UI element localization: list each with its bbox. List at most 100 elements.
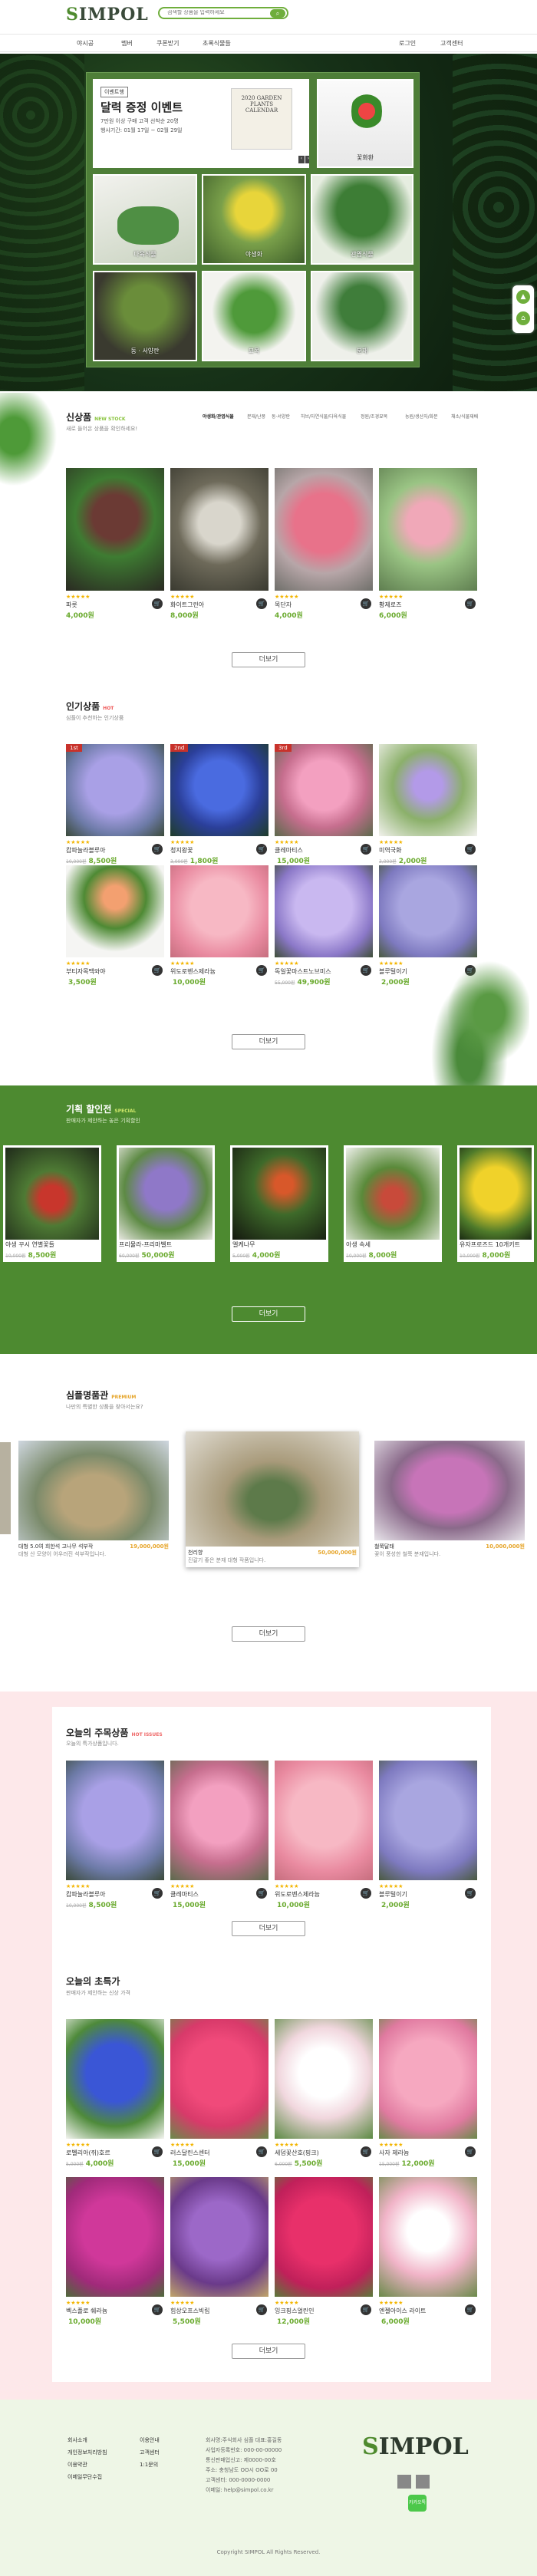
more-button[interactable]: 더보기 bbox=[232, 2344, 305, 2359]
product-card[interactable]: ★★★★★ 캄파눌라블루아 10,000원 8,500원 🛒 bbox=[66, 1761, 164, 1909]
cart-icon[interactable]: 🛒 bbox=[361, 1888, 371, 1899]
cart-icon[interactable]: 🛒 bbox=[465, 844, 476, 855]
category-tile-sapling[interactable]: 묘목 bbox=[202, 271, 306, 361]
product-card[interactable]: ★★★★★ 로벨리아(쥐)호르 5,000원 4,000원 🛒 bbox=[66, 2019, 164, 2168]
product-card[interactable]: ★★★★★ 위도로벤스제라늄 10,000원 🛒 bbox=[170, 865, 268, 987]
category-link[interactable]: 농원/생산자/화분 bbox=[405, 413, 438, 420]
category-tile-wildflower[interactable]: 야생화 bbox=[202, 174, 306, 265]
product-card[interactable]: ★★★★★ 목단자 4,000원 🛒 bbox=[275, 468, 373, 620]
product-card[interactable]: 엘케나무 5,000원 4,000원 bbox=[230, 1145, 328, 1262]
category-link[interactable]: 분재/난풍 bbox=[247, 413, 265, 420]
product-card[interactable]: 아생 속세 10,000원 8,000원 bbox=[344, 1145, 442, 1262]
product-image bbox=[232, 1148, 326, 1240]
product-card[interactable]: ★★★★★ 파릇 4,000원 🛒 bbox=[66, 468, 164, 620]
premium-card[interactable]: 천리향 50,000,000원 진갈기 좋은 분재 대형 작품입니다. bbox=[186, 1431, 359, 1567]
category-tile-succulent[interactable]: 다육식물 bbox=[93, 174, 197, 265]
cart-icon[interactable]: 🛒 bbox=[465, 2146, 476, 2157]
more-button[interactable]: 더보기 bbox=[232, 1306, 305, 1322]
product-card[interactable]: ★★★★★ 클레마티스 15,000원 🛒 bbox=[170, 1761, 268, 1909]
cart-icon[interactable]: 🛒 bbox=[361, 965, 371, 976]
nav-item-3[interactable]: 쿠폰받기 bbox=[156, 39, 179, 48]
category-tile-orchid[interactable]: 동 · 서양란 bbox=[93, 271, 197, 361]
cart-icon[interactable]: 🛒 bbox=[361, 2304, 371, 2315]
footer-link[interactable]: 1:1문의 bbox=[140, 2461, 160, 2469]
footer-link[interactable]: 이용안내 bbox=[140, 2436, 160, 2444]
category-link[interactable]: 야생화/관엽식물 bbox=[203, 413, 234, 420]
product-card[interactable]: 2nd ★★★★★ 청지왕꽃 3,000원 1,800원 🛒 bbox=[170, 744, 268, 865]
category-link[interactable]: 동·서양란 bbox=[272, 413, 290, 420]
category-link[interactable]: 허브/자연식물/다육식물 bbox=[301, 413, 346, 420]
more-button[interactable]: 더보기 bbox=[232, 652, 305, 667]
event-banner[interactable]: 이벤트행 달력 증정 이벤트 7만원 이상 구매 고객 선착순 20명 행사기간… bbox=[93, 79, 309, 168]
cart-icon[interactable]: 🛒 bbox=[361, 598, 371, 609]
product-card[interactable]: 3rd ★★★★★ 클레마티스 15,000원 🛒 bbox=[275, 744, 373, 865]
product-card[interactable]: ★★★★★ 화이트그린아 8,000원 🛒 bbox=[170, 468, 268, 620]
search-input[interactable] bbox=[167, 10, 267, 15]
footer-link[interactable]: 고객센터 bbox=[140, 2449, 160, 2456]
product-card[interactable]: ★★★★★ 황제로즈 6,000원 🛒 bbox=[379, 468, 477, 620]
cart-icon[interactable]: 🛒 bbox=[152, 1888, 163, 1899]
kakao-icon[interactable]: 카카오톡 bbox=[408, 2495, 427, 2512]
product-card[interactable]: ★★★★★ 사자 제라늄 15,000원 12,000원 🛒 bbox=[379, 2019, 477, 2168]
cart-icon[interactable]: 🛒 bbox=[256, 2304, 267, 2315]
product-card[interactable]: ★★★★★ 엔젤아이스 라이트 6,000원 🛒 bbox=[379, 2177, 477, 2326]
nav-item-2[interactable]: 멤버 bbox=[121, 39, 133, 48]
chevron-left-icon[interactable]: ‹ bbox=[298, 156, 305, 163]
product-card[interactable]: 프리뮬라-프리마벨트 60,000원 50,000원 bbox=[117, 1145, 215, 1262]
product-card[interactable]: ★★★★★ 부티자목맥와야 3,500원 🛒 bbox=[66, 865, 164, 987]
chevron-right-icon[interactable]: › bbox=[305, 156, 309, 163]
product-card[interactable]: ★★★★★ 미역국화 3,000원 2,000원 🛒 bbox=[379, 744, 477, 865]
logo[interactable]: SIMPOL bbox=[66, 5, 149, 25]
cart-icon[interactable]: 🛒 bbox=[152, 2146, 163, 2157]
nav-customer-center[interactable]: 고객센터 bbox=[440, 39, 463, 48]
cart-icon[interactable]: 🛒 bbox=[152, 844, 163, 855]
category-tile-wreath[interactable]: 꽃화환 bbox=[317, 79, 413, 168]
cart-icon[interactable]: 🛒 bbox=[152, 965, 163, 976]
nav-item-1[interactable]: 야시공 bbox=[77, 39, 94, 48]
category-link[interactable]: 채소/식물재배 bbox=[451, 413, 478, 420]
product-card[interactable]: ★★★★★ 잉크핑스얼린인 12,000원 🛒 bbox=[275, 2177, 373, 2326]
category-link[interactable]: 정원/조경묘목 bbox=[361, 413, 387, 420]
scroll-top-icon[interactable]: ▲ bbox=[516, 290, 530, 304]
search-button[interactable]: ⌕ bbox=[270, 9, 285, 18]
more-button[interactable]: 더보기 bbox=[232, 1626, 305, 1642]
product-card[interactable]: ★★★★★ 러스달린스센터 15,000원 🛒 bbox=[170, 2019, 268, 2168]
footer-link[interactable]: 개인정보처리방침 bbox=[68, 2449, 107, 2456]
cart-icon[interactable]: 🛒 bbox=[361, 844, 371, 855]
cart-icon[interactable]: 🛒 bbox=[152, 598, 163, 609]
cart-icon[interactable]: 🛒 bbox=[465, 2304, 476, 2315]
sns-icon[interactable] bbox=[416, 2475, 430, 2489]
sns-icon[interactable] bbox=[397, 2475, 411, 2489]
product-card[interactable]: 유자프로즈드 10개키트 10,000원 8,000원 bbox=[457, 1145, 534, 1262]
footer-link[interactable]: 이용약관 bbox=[68, 2461, 107, 2469]
nav-login[interactable]: 로그인 bbox=[399, 39, 416, 48]
cart-icon[interactable]: 🛒 bbox=[256, 844, 267, 855]
more-button[interactable]: 더보기 bbox=[232, 1034, 305, 1049]
product-card[interactable]: ★★★★★ 위도로벤스제라늄 10,000원 🛒 bbox=[275, 1761, 373, 1909]
cart-icon[interactable]: 🛒 bbox=[465, 1888, 476, 1899]
premium-card[interactable]: 철쭉달태 10,000,000원 꽃이 풍성한 철쭉 분재입니다. bbox=[374, 1441, 525, 1558]
category-tile-foliage[interactable]: 관엽식물 bbox=[311, 174, 413, 265]
footer-link[interactable]: 회사소개 bbox=[68, 2436, 107, 2444]
category-tile-bonsai[interactable]: 분재 bbox=[311, 271, 413, 361]
product-card[interactable]: 야생 꾸시 연별꽃들 10,000원 8,500원 bbox=[3, 1145, 101, 1262]
product-card[interactable]: ★★★★★ 힘상오프스빅립 5,500원 🛒 bbox=[170, 2177, 268, 2326]
cart-icon[interactable]: 🛒 bbox=[256, 2146, 267, 2157]
product-card[interactable]: 1st ★★★★★ 캄파눌라블루아 10,000원 8,500원 🛒 bbox=[66, 744, 164, 865]
cart-icon[interactable]: 🛒 bbox=[256, 965, 267, 976]
footer-link[interactable]: 이메일무단수집 bbox=[68, 2473, 107, 2481]
more-button[interactable]: 더보기 bbox=[232, 1921, 305, 1936]
cart-icon[interactable]: 🛒 bbox=[152, 2304, 163, 2315]
premium-card[interactable]: 대형 5.0여 희한석 고나무 석부작 19,000,000원 대형 산 모양이… bbox=[18, 1441, 169, 1558]
nav-item-4[interactable]: 초록식물들 bbox=[203, 39, 231, 48]
product-card[interactable]: ★★★★★ 블루털이기 2,000원 🛒 bbox=[379, 1761, 477, 1909]
product-card[interactable]: ★★★★★ 세덤꽃산호(핑크) 6,000원 5,500원 🛒 bbox=[275, 2019, 373, 2168]
product-card[interactable]: ★★★★★ 벡스플로 쉐라늄 10,000원 🛒 bbox=[66, 2177, 164, 2326]
cart-icon[interactable]: ⌂ bbox=[516, 311, 530, 325]
footer-links-1: 회사소개 개인정보처리방침 이용약관 이메일무단수집 bbox=[68, 2436, 107, 2485]
cart-icon[interactable]: 🛒 bbox=[256, 1888, 267, 1899]
cart-icon[interactable]: 🛒 bbox=[465, 598, 476, 609]
product-card[interactable]: ★★★★★ 독일꽃마스트노브미스 55,000원 49,900원 🛒 bbox=[275, 865, 373, 987]
cart-icon[interactable]: 🛒 bbox=[361, 2146, 371, 2157]
cart-icon[interactable]: 🛒 bbox=[256, 598, 267, 609]
